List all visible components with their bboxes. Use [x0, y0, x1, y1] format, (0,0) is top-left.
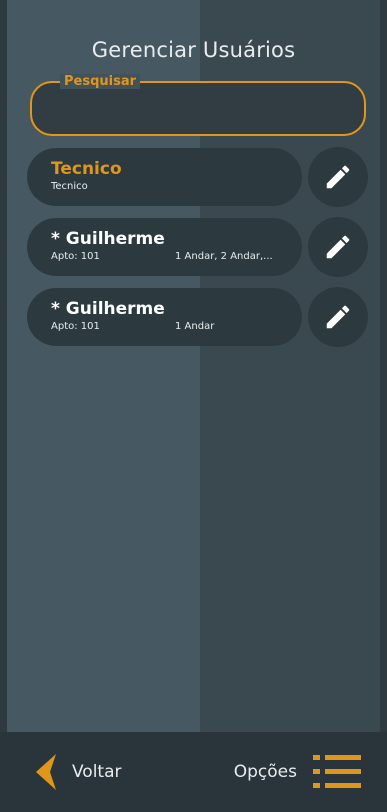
edit-user-button[interactable] — [308, 217, 368, 277]
options-label: Opções — [233, 762, 297, 782]
edit-user-button[interactable] — [308, 287, 368, 347]
user-name: * Guilherme — [51, 299, 165, 319]
user-apartment: Tecnico — [51, 181, 88, 192]
chevron-left-icon — [36, 754, 56, 790]
page-title: Gerenciar Usuários — [91, 38, 296, 62]
user-apartment: Apto: 101 — [51, 321, 100, 332]
pencil-icon — [326, 165, 350, 189]
user-card[interactable]: Tecnico Tecnico — [27, 148, 302, 206]
user-apartment: Apto: 101 — [51, 251, 100, 262]
user-card[interactable]: * Guilherme Apto: 101 1 Andar, 2 Andar,.… — [27, 218, 302, 276]
user-name: * Guilherme — [51, 229, 165, 249]
user-floors: 1 Andar, 2 Andar,... — [175, 251, 273, 262]
search-input[interactable] — [46, 97, 346, 127]
list-menu-icon — [313, 755, 361, 788]
background-edge-right — [380, 0, 387, 812]
user-card[interactable]: * Guilherme Apto: 101 1 Andar — [27, 288, 302, 346]
user-floors: 1 Andar — [175, 321, 215, 332]
options-button[interactable]: Opções — [234, 752, 363, 792]
pencil-icon — [326, 305, 350, 329]
background-edge-left — [0, 0, 7, 812]
search-label: Pesquisar — [60, 74, 141, 89]
pencil-icon — [326, 235, 350, 259]
back-label: Voltar — [72, 762, 122, 782]
user-name: Tecnico — [51, 159, 122, 179]
back-button[interactable]: Voltar — [34, 752, 122, 792]
edit-user-button[interactable] — [308, 147, 368, 207]
